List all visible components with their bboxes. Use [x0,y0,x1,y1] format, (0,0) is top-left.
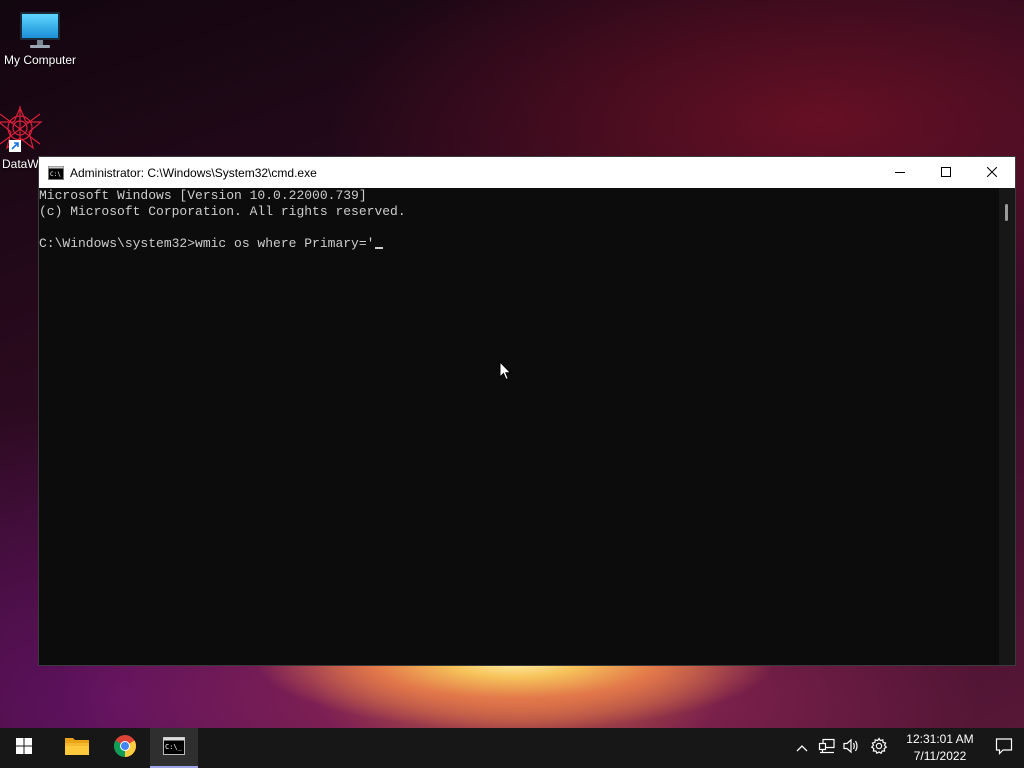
notification-center-button[interactable] [984,728,1024,768]
maximize-icon [941,164,951,182]
volume-icon [842,738,860,759]
folder-icon [64,735,90,762]
window-titlebar[interactable]: C:\ Administrator: C:\Windows\System32\c… [39,157,1015,188]
taskbar-command-prompt[interactable]: C:\_ [150,728,198,768]
windows-logo-icon [16,737,32,759]
monitor-icon [0,10,80,50]
taskbar-chrome[interactable] [101,728,149,768]
network-tray-button[interactable] [815,728,839,768]
text-cursor [375,247,384,249]
settings-gear-icon [870,736,888,760]
console-line: Microsoft Windows [Version 10.0.22000.73… [39,188,367,203]
window-title: Administrator: C:\Windows\System32\cmd.e… [70,165,317,180]
window-controls [877,157,1015,188]
minimize-icon [895,164,905,182]
taskbar: C:\_ 12:31:01 AM 7/11/2022 [0,728,1024,768]
svg-text:C:\_: C:\_ [165,743,183,751]
settings-tray-button[interactable] [867,728,891,768]
taskbar-file-explorer[interactable] [53,728,101,768]
chevron-up-icon [796,739,808,757]
datawarrior-shortcut-icon [0,106,60,154]
console-prompt-line: C:\Windows\system32>wmic os where Primar… [39,236,999,252]
close-button[interactable] [969,157,1015,188]
minimize-button[interactable] [877,157,923,188]
start-button[interactable] [0,728,48,768]
clock-time: 12:31:01 AM [906,732,974,746]
volume-tray-button[interactable] [839,728,863,768]
console-line: (c) Microsoft Corporation. All rights re… [39,204,406,219]
svg-text:C:\: C:\ [50,171,61,178]
chrome-icon [113,734,137,763]
notification-icon [995,737,1013,760]
network-icon [818,738,836,759]
show-hidden-icons-button[interactable] [790,728,814,768]
close-icon [986,164,998,182]
cmd-icon: C:\_ [163,736,185,760]
scrollbar-thumb[interactable] [1005,204,1008,221]
console-command: C:\Windows\system32>wmic os where Primar… [39,236,375,251]
mouse-pointer-icon [499,360,513,386]
console-output[interactable]: Microsoft Windows [Version 10.0.22000.73… [39,188,999,665]
taskbar-clock[interactable]: 12:31:01 AM 7/11/2022 [900,731,980,765]
desktop-icon-my-computer[interactable]: My Computer [0,10,80,67]
maximize-button[interactable] [923,157,969,188]
cmd-window[interactable]: C:\ Administrator: C:\Windows\System32\c… [38,156,1016,666]
vertical-scrollbar[interactable] [999,188,1015,665]
desktop-icon-label: My Computer [3,53,77,67]
clock-date: 7/11/2022 [913,749,967,763]
cmd-icon: C:\ [48,165,64,181]
